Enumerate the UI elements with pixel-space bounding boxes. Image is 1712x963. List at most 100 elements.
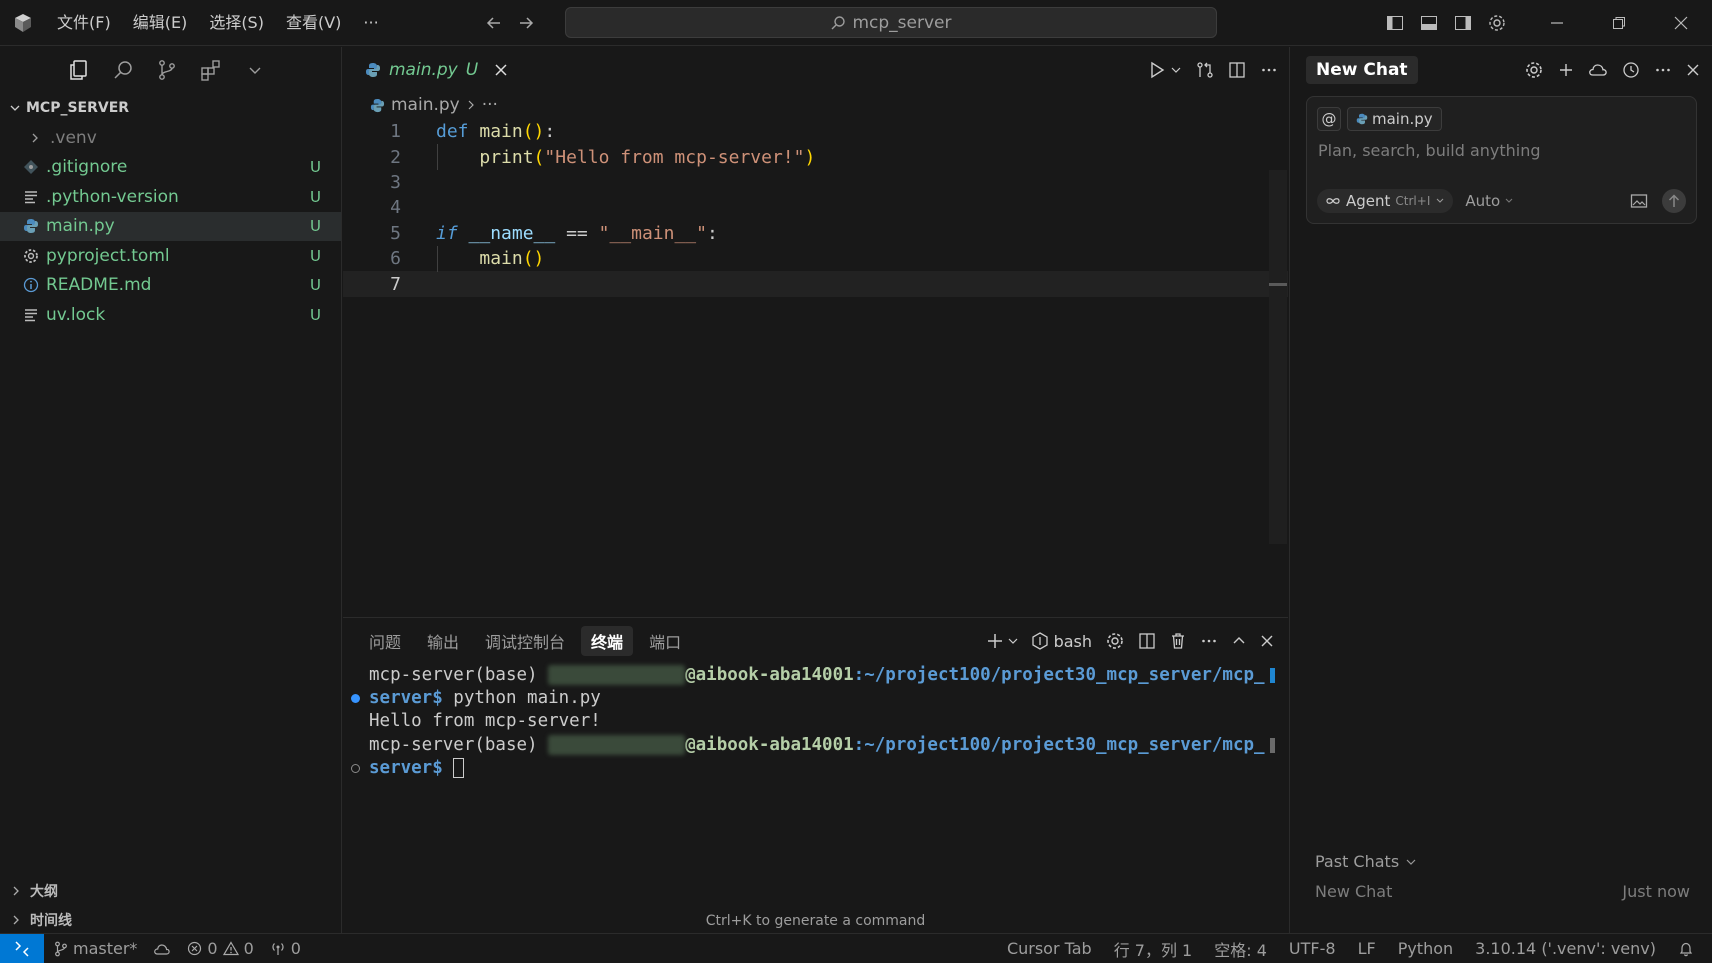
more-actions-icon[interactable] <box>1654 61 1672 79</box>
chat-input-box[interactable]: @ main.py Plan, search, build anything A… <box>1306 96 1697 224</box>
app-logo-icon <box>0 0 46 46</box>
git-file-icon <box>22 158 40 176</box>
cloud-icon[interactable] <box>1588 62 1608 78</box>
past-chats-header[interactable]: Past Chats <box>1315 852 1417 871</box>
breadcrumb: main.py ··· <box>343 93 1288 117</box>
search-icon[interactable] <box>110 57 136 83</box>
toggle-secondary-sidebar-icon[interactable] <box>1446 0 1480 46</box>
agent-mode-selector[interactable]: Agent Ctrl+I <box>1317 189 1454 213</box>
notifications-bell-icon[interactable] <box>1678 941 1694 957</box>
restore-icon[interactable] <box>1588 0 1650 46</box>
code-editor[interactable]: 1 def main(): 2 print("Hello from mcp-se… <box>343 119 1288 539</box>
terminal-line: server$ python main.py <box>343 686 1288 709</box>
more-actions-icon[interactable] <box>1260 61 1278 79</box>
settings-gear-icon[interactable] <box>1480 0 1514 46</box>
add-context-button[interactable]: @ <box>1317 107 1341 131</box>
close-chat-icon[interactable] <box>1686 63 1700 77</box>
forward-arrow-icon[interactable] <box>510 8 542 38</box>
git-branch-icon <box>54 941 68 957</box>
tree-item-pyproject[interactable]: pyproject.toml U <box>0 241 341 271</box>
terminal-shell-selector[interactable]: bash <box>1031 632 1092 651</box>
context-file-pill[interactable]: main.py <box>1347 107 1442 131</box>
toggle-primary-sidebar-icon[interactable] <box>1378 0 1412 46</box>
terminal-scroll-marker <box>1270 668 1275 683</box>
tab-debug-console[interactable]: 调试控制台 <box>475 626 575 656</box>
python-interpreter-status[interactable]: 3.10.14 ('.venv': venv) <box>1475 939 1656 958</box>
tree-item-uv-lock[interactable]: uv.lock U <box>0 300 341 330</box>
menu-file[interactable]: 文件(F) <box>46 8 122 38</box>
menu-more[interactable]: ··· <box>352 8 389 38</box>
tab-terminal[interactable]: 终端 <box>581 626 634 656</box>
problems-status[interactable]: 0 0 <box>187 939 254 958</box>
chevron-down-icon <box>8 101 22 115</box>
encoding-status[interactable]: UTF-8 <box>1289 939 1336 958</box>
past-chat-item[interactable]: New Chat Just now <box>1315 882 1690 901</box>
maximize-panel-chevron-up-icon[interactable] <box>1231 633 1247 649</box>
tab-ports[interactable]: 端口 <box>639 626 691 656</box>
eol-status[interactable]: LF <box>1358 939 1376 958</box>
remote-indicator-button[interactable] <box>0 933 44 963</box>
close-panel-icon[interactable] <box>1260 634 1274 648</box>
image-attach-icon[interactable] <box>1630 193 1648 209</box>
command-success-decoration-icon[interactable] <box>351 693 360 703</box>
close-window-icon[interactable] <box>1650 0 1712 46</box>
breadcrumb-file[interactable]: main.py <box>391 95 460 115</box>
run-icon[interactable] <box>1148 61 1166 79</box>
terminal-output[interactable]: mcp-server(base) xxxxxxxxxxxxx@aibook-ab… <box>343 663 1288 780</box>
close-tab-icon[interactable] <box>494 63 508 77</box>
split-editor-icon[interactable] <box>1228 61 1246 79</box>
broadcast-antenna-icon <box>270 941 286 956</box>
sync-cloud-icon[interactable] <box>153 942 171 956</box>
tab-output[interactable]: 输出 <box>417 626 469 656</box>
tab-problems[interactable]: 问题 <box>359 626 411 656</box>
tree-item-gitignore[interactable]: .gitignore U <box>0 153 341 183</box>
ports-status[interactable]: 0 <box>270 939 301 958</box>
indentation-status[interactable]: 空格: 4 <box>1214 937 1267 961</box>
outline-section[interactable]: 大纲 <box>0 877 341 905</box>
chevron-down-icon[interactable] <box>242 57 268 83</box>
breadcrumb-more[interactable]: ··· <box>482 95 498 115</box>
cursor-position-status[interactable]: 行 7，列 1 <box>1114 937 1193 961</box>
chevron-down-icon[interactable] <box>1170 64 1182 76</box>
terminal-command: python main.py <box>453 688 601 709</box>
minimize-icon[interactable] <box>1526 0 1588 46</box>
chat-settings-gear-icon[interactable] <box>1524 60 1544 80</box>
chat-input-placeholder[interactable]: Plan, search, build anything <box>1318 141 1541 160</box>
model-selector[interactable]: Auto <box>1465 192 1514 210</box>
language-mode-status[interactable]: Python <box>1398 939 1453 958</box>
tree-item-main-py[interactable]: main.py U <box>0 211 341 241</box>
extensions-icon[interactable] <box>198 57 224 83</box>
branch-status[interactable]: master* <box>54 939 137 958</box>
editor-scrollbar[interactable] <box>1269 170 1287 544</box>
explorer-root-folder[interactable]: MCP_SERVER <box>0 93 341 123</box>
new-chat-plus-icon[interactable] <box>1558 62 1574 78</box>
tree-item-readme[interactable]: README.md U <box>0 271 341 301</box>
source-control-icon[interactable] <box>154 57 180 83</box>
explorer-files-icon[interactable] <box>66 57 92 83</box>
trash-icon[interactable] <box>1169 632 1187 650</box>
timeline-section[interactable]: 时间线 <box>0 906 341 934</box>
command-center-search[interactable]: mcp_server <box>565 7 1217 38</box>
send-button[interactable] <box>1662 189 1686 213</box>
editor-tab-main-py[interactable]: main.py U <box>343 47 520 93</box>
past-chats-label: Past Chats <box>1315 852 1400 871</box>
code-line: 3 <box>343 170 1288 195</box>
cursor-tab-status[interactable]: Cursor Tab <box>1007 939 1092 958</box>
chevron-down-icon[interactable] <box>1007 635 1019 647</box>
menu-view[interactable]: 查看(V) <box>275 8 352 38</box>
menu-selection[interactable]: 选择(S) <box>198 8 275 38</box>
new-terminal-plus-icon[interactable] <box>986 632 1004 650</box>
terminal-settings-gear-icon[interactable] <box>1105 631 1125 651</box>
chat-tab-new-chat[interactable]: New Chat <box>1306 56 1418 84</box>
split-terminal-icon[interactable] <box>1138 632 1156 650</box>
command-pending-decoration-icon[interactable] <box>351 763 360 773</box>
back-arrow-icon[interactable] <box>478 8 510 38</box>
compare-changes-icon[interactable] <box>1196 61 1214 79</box>
tree-item-python-version[interactable]: .python-version U <box>0 182 341 212</box>
tree-item-venv[interactable]: .venv <box>0 123 341 153</box>
history-clock-icon[interactable] <box>1622 61 1640 79</box>
toggle-panel-icon[interactable] <box>1412 0 1446 46</box>
more-actions-icon[interactable] <box>1200 632 1218 650</box>
tree-item-label: pyproject.toml <box>46 245 170 266</box>
menu-edit[interactable]: 编辑(E) <box>122 8 199 38</box>
